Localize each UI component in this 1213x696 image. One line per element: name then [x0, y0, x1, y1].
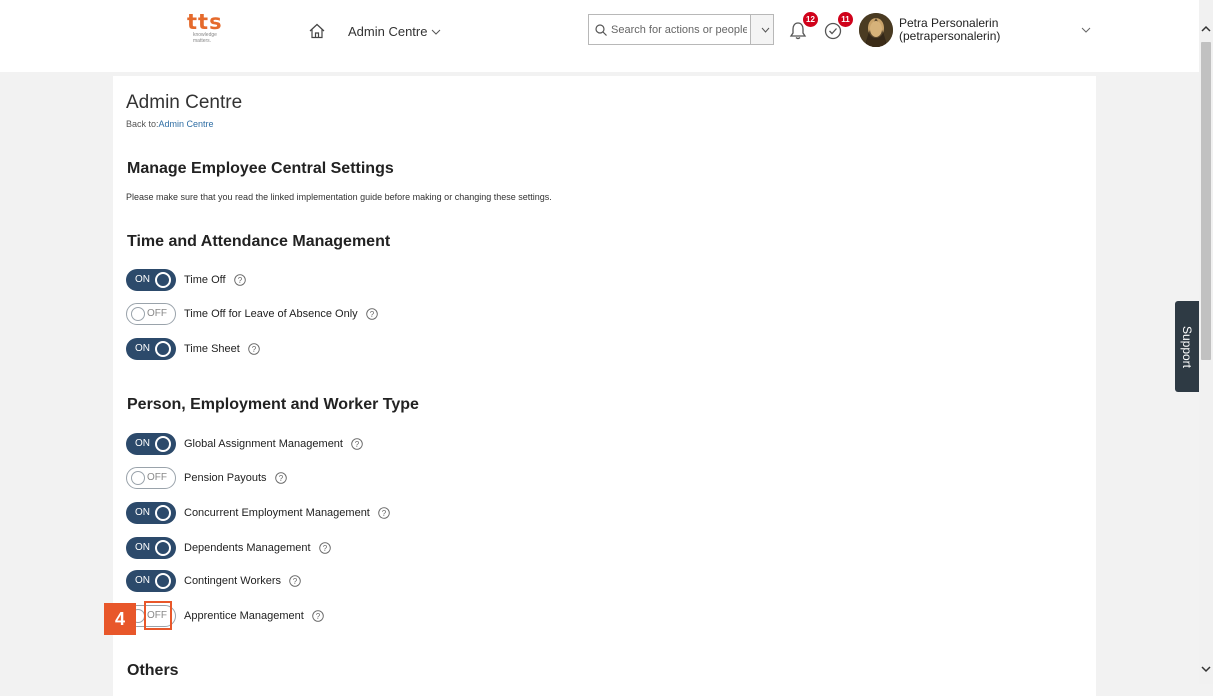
- tasks-button[interactable]: 11: [823, 12, 853, 42]
- setting-label: Time Sheet: [184, 343, 240, 355]
- contingent-workers-toggle[interactable]: ON: [126, 570, 176, 592]
- help-icon[interactable]: ?: [274, 472, 287, 484]
- setting-row: OFF Pension Payouts ?: [126, 467, 287, 489]
- scroll-down-arrow-icon[interactable]: [1201, 664, 1211, 674]
- search-box: [588, 14, 774, 45]
- concurrent-employment-toggle[interactable]: ON: [126, 502, 176, 524]
- svg-text:?: ?: [278, 474, 283, 483]
- help-icon[interactable]: ?: [289, 575, 301, 587]
- home-icon[interactable]: [309, 23, 325, 39]
- help-icon[interactable]: ?: [365, 308, 378, 320]
- svg-text:?: ?: [369, 310, 374, 319]
- tasks-badge: 11: [838, 12, 853, 27]
- section-title-others: Others: [127, 662, 179, 679]
- avatar[interactable]: [859, 13, 893, 47]
- section-title-person-employment: Person, Employment and Worker Type: [127, 396, 419, 413]
- scrollbar-thumb[interactable]: [1201, 42, 1211, 360]
- support-tab-label: Support: [1180, 325, 1194, 368]
- help-icon[interactable]: ?: [312, 610, 324, 622]
- help-icon[interactable]: ?: [351, 438, 363, 450]
- help-icon[interactable]: ?: [233, 274, 246, 286]
- page-title: Admin Centre: [126, 92, 243, 113]
- setting-label: Concurrent Employment Management: [184, 507, 370, 519]
- help-icon[interactable]: ?: [248, 343, 260, 355]
- toggle-state: OFF: [147, 472, 167, 483]
- svg-text:?: ?: [293, 577, 298, 586]
- setting-label: Contingent Workers: [184, 575, 282, 587]
- search-icon: [595, 23, 607, 36]
- setting-label: Pension Payouts: [184, 472, 267, 484]
- pension-payouts-toggle[interactable]: OFF: [126, 467, 176, 489]
- search-input[interactable]: [607, 23, 747, 36]
- notifications-button[interactable]: 12: [788, 12, 818, 42]
- time-off-toggle[interactable]: ON: [126, 269, 176, 291]
- chevron-down-icon[interactable]: [1081, 27, 1091, 33]
- toggle-state: OFF: [147, 308, 167, 319]
- user-id: (petrapersonalerin): [899, 29, 1001, 43]
- svg-text:?: ?: [316, 612, 321, 621]
- toggle-state: ON: [135, 274, 150, 285]
- setting-row: ON Concurrent Employment Management ?: [126, 502, 390, 524]
- back-to-admin-centre-link[interactable]: Admin Centre: [159, 119, 214, 129]
- svg-text:?: ?: [252, 345, 257, 354]
- chevron-down-icon: [761, 27, 769, 33]
- svg-text:?: ?: [382, 509, 387, 518]
- setting-row: ON Global Assignment Management ?: [126, 433, 363, 455]
- admin-centre-menu[interactable]: Admin Centre: [348, 24, 441, 39]
- vertical-scrollbar[interactable]: [1199, 0, 1213, 684]
- setting-label: Apprentice Management: [184, 610, 304, 622]
- breadcrumb: Back to:Admin Centre: [126, 119, 214, 129]
- setting-row: OFF Time Off for Leave of Absence Only ?: [126, 303, 378, 325]
- toggle-state: ON: [135, 438, 150, 449]
- company-logo[interactable]: tts knowledge matters.: [187, 10, 247, 45]
- setting-row: ON Time Off ?: [126, 269, 246, 291]
- global-assignment-toggle[interactable]: ON: [126, 433, 176, 455]
- setting-label: Dependents Management: [184, 542, 311, 554]
- svg-text:?: ?: [322, 544, 327, 553]
- section-title-time-attendance: Time and Attendance Management: [127, 233, 391, 250]
- logo-tagline-2: matters.: [193, 38, 212, 44]
- toggle-state: ON: [135, 542, 150, 553]
- toggle-state: ON: [135, 343, 150, 354]
- search-dropdown-button[interactable]: [750, 15, 773, 44]
- scroll-up-arrow-icon[interactable]: [1201, 24, 1211, 34]
- svg-text:?: ?: [355, 440, 360, 449]
- page-heading: Manage Employee Central Settings: [127, 160, 394, 177]
- time-sheet-toggle[interactable]: ON: [126, 338, 176, 360]
- avatar-image: [859, 13, 893, 47]
- user-menu[interactable]: Petra Personalerin (petrapersonalerin): [899, 17, 1000, 43]
- help-icon[interactable]: ?: [378, 507, 390, 519]
- help-icon[interactable]: ?: [318, 542, 331, 554]
- toggle-state: ON: [135, 507, 150, 518]
- setting-label: Time Off: [184, 274, 226, 286]
- dependents-management-toggle[interactable]: ON: [126, 537, 176, 559]
- logo-text: tts: [187, 10, 223, 34]
- time-off-loa-only-toggle[interactable]: OFF: [126, 303, 176, 325]
- admin-centre-menu-label: Admin Centre: [348, 24, 428, 39]
- setting-row: ON Time Sheet ?: [126, 338, 260, 360]
- notifications-badge: 12: [803, 12, 818, 27]
- setting-row: ON Contingent Workers ?: [126, 570, 301, 592]
- setting-label: Global Assignment Management: [184, 438, 343, 450]
- setting-row: ON Dependents Management ?: [126, 537, 331, 559]
- breadcrumb-prefix: Back to:: [126, 119, 159, 129]
- setting-label: Time Off for Leave of Absence Only: [184, 308, 358, 320]
- svg-text:?: ?: [237, 276, 242, 285]
- step-highlight-box: [144, 601, 172, 630]
- top-navigation-bar: tts knowledge matters. Admin Centre 12 1…: [0, 0, 1199, 72]
- step-number-marker: 4: [104, 603, 136, 635]
- implementation-note: Please make sure that you read the linke…: [126, 192, 552, 202]
- toggle-state: ON: [135, 575, 150, 586]
- support-tab[interactable]: Support: [1175, 301, 1199, 392]
- chevron-down-icon: [432, 29, 441, 35]
